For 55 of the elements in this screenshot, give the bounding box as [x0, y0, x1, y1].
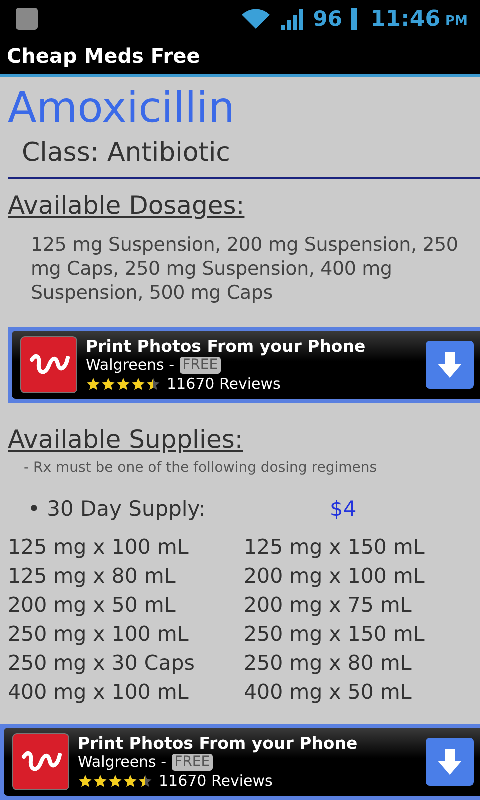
star-icon	[146, 376, 161, 392]
review-count: 11670 Reviews	[167, 374, 281, 394]
download-button[interactable]	[426, 341, 474, 389]
signal-icon	[279, 8, 306, 30]
ad-banner[interactable]: Print Photos From your Phone Walgreens - FREE 11670 Reviews	[0, 724, 480, 800]
clock-time: 11:46	[370, 6, 441, 32]
star-icon	[101, 376, 116, 392]
star-icon	[108, 774, 123, 788]
regimen-text: 250 mg x 150 mL	[244, 621, 426, 648]
download-icon	[437, 351, 463, 379]
dosage-list: 125 mg Suspension, 200 mg Suspension, 250 mg Caps, 250 mg Suspension, 400 mg Suspension, 500 mg Caps	[8, 223, 480, 305]
price-tag: FREE	[172, 754, 214, 770]
regimen-text: 200 mg x 75 mL	[244, 592, 413, 619]
regimen-text: 200 mg x 50 mL	[8, 592, 177, 619]
regimen-text: 250 mg x 100 mL	[8, 621, 190, 648]
star-icon	[78, 774, 93, 788]
note-text: - Rx must be one of the following dosing regimens	[23, 459, 378, 478]
section-heading: Available Dosages:	[8, 190, 246, 222]
ad-title: Print Photos From your Phone	[86, 336, 367, 356]
regimen-text: 250 mg x 80 mL	[244, 650, 413, 677]
supply-period: • 30 Day Supply:	[28, 496, 207, 523]
app-title: Cheap Meds Free	[7, 44, 200, 68]
wifi-icon	[241, 8, 272, 30]
publisher-name: Walgreens -	[86, 356, 175, 374]
section-heading: Available Supplies:	[8, 424, 244, 456]
star-icon	[116, 376, 131, 392]
download-button[interactable]	[426, 738, 474, 786]
battery-level: 96	[313, 7, 342, 31]
publisher-name: Walgreens -	[78, 752, 167, 772]
regimen-text: 200 mg x 100 mL	[244, 563, 426, 590]
star-icon	[93, 774, 108, 788]
ad-title: Print Photos From your Phone	[78, 734, 359, 752]
download-icon	[437, 748, 463, 776]
class-value: Antibiotic	[107, 138, 230, 168]
star-icon	[86, 376, 101, 392]
star-icon	[138, 774, 153, 788]
regimen-text: 125 mg x 150 mL	[244, 534, 426, 561]
notification-icon	[16, 8, 38, 30]
supply-price: $4	[330, 496, 357, 523]
battery-icon	[350, 8, 356, 30]
regimen-text: 400 mg x 50 mL	[244, 679, 413, 706]
drug-name: Amoxicillin	[8, 83, 236, 133]
class-label: Class:	[22, 138, 100, 168]
app-logo-icon	[20, 336, 78, 394]
regimen-text: 400 mg x 100 mL	[8, 679, 190, 706]
clock-period: PM	[446, 14, 468, 29]
regimen-text: 125 mg x 80 mL	[8, 563, 177, 590]
star-icon	[123, 774, 138, 788]
ad-banner[interactable]: Print Photos From your Phone Walgreens - FREE 11670 Reviews	[8, 327, 480, 403]
regimen-text: 125 mg x 100 mL	[8, 534, 190, 561]
app-logo-icon	[12, 733, 70, 791]
price-tag: FREE	[180, 356, 222, 374]
regimen-text: 250 mg x 30 Caps	[8, 650, 196, 677]
review-count: 11670 Reviews	[159, 772, 273, 790]
star-icon	[131, 376, 146, 392]
